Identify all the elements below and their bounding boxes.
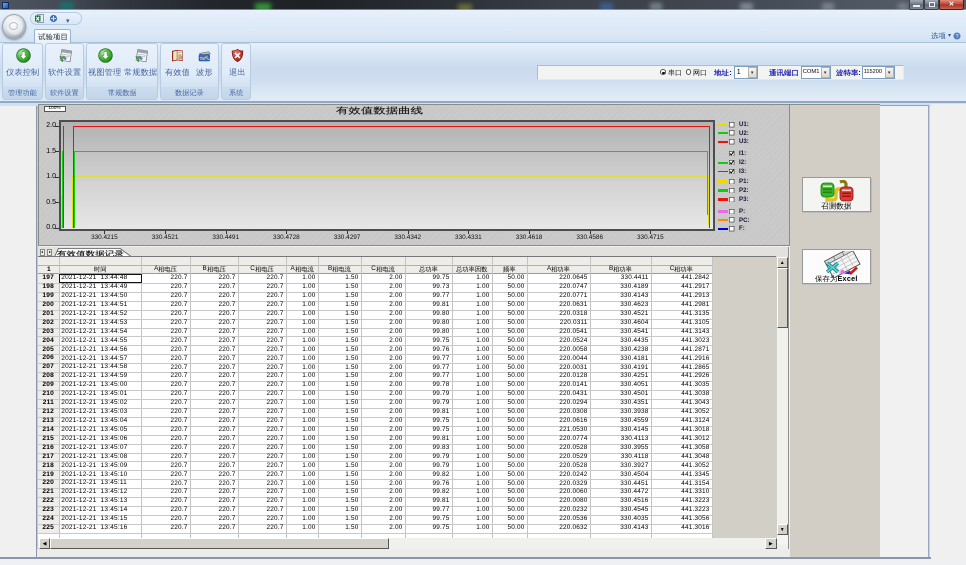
svg-text:?: ? (955, 33, 958, 39)
